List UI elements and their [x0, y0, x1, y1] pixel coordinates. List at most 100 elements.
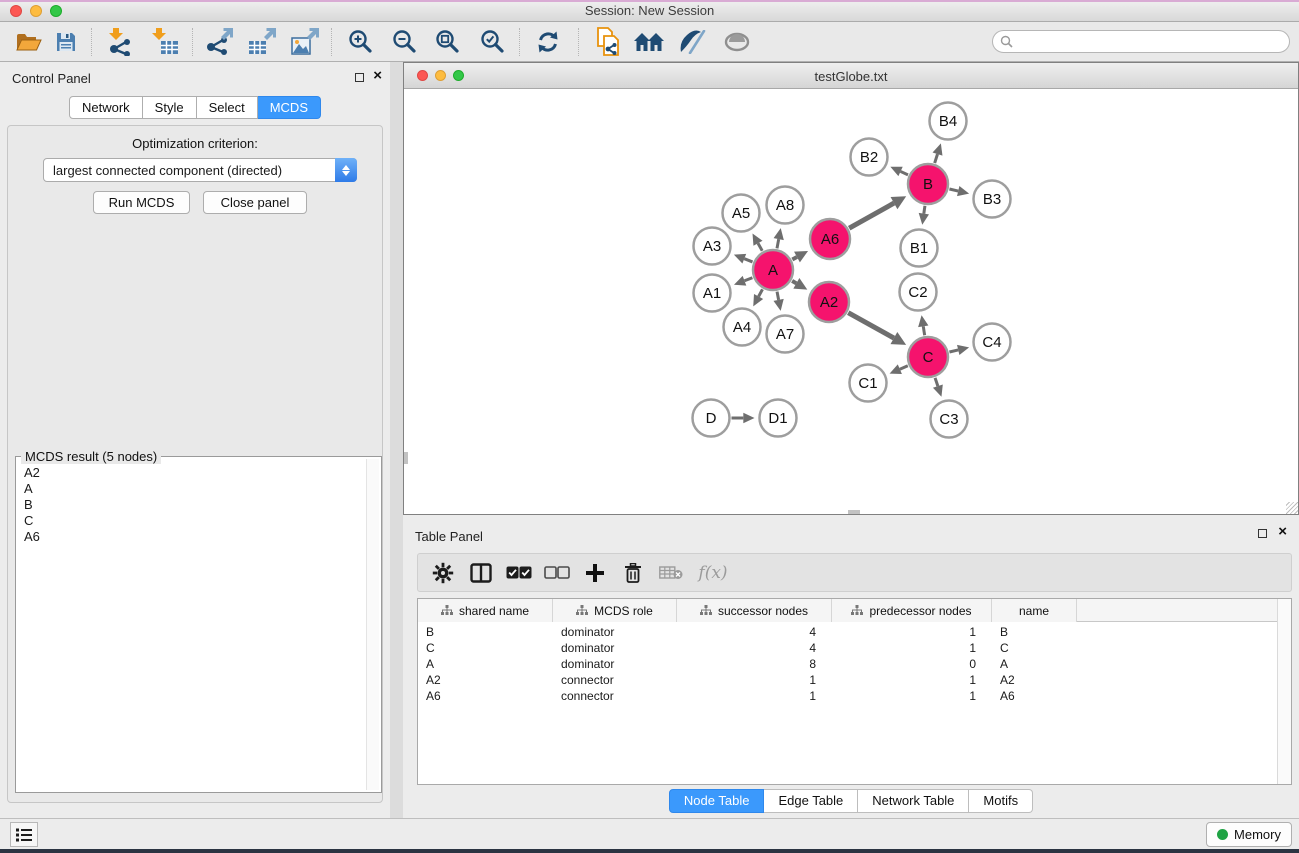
add-column-button[interactable]	[576, 555, 614, 591]
graph-node-A[interactable]: A	[753, 250, 793, 290]
graph-edge-C-C1[interactable]	[900, 366, 908, 369]
apply-layout-button[interactable]	[532, 27, 564, 57]
table-row[interactable]: Cdominator41C	[418, 640, 1277, 656]
zoom-in-button[interactable]	[345, 27, 377, 57]
search-field[interactable]	[992, 30, 1290, 53]
tab-mcds[interactable]: MCDS	[258, 96, 321, 119]
graph-edge-A-A2[interactable]	[792, 281, 796, 283]
tab-motifs[interactable]: Motifs	[969, 789, 1033, 813]
fit-content-button[interactable]	[432, 27, 464, 57]
graph-edge-C-C3[interactable]	[935, 378, 938, 386]
graph-node-A8[interactable]: A8	[767, 187, 804, 224]
table-row[interactable]: Adominator80A	[418, 656, 1277, 672]
graph-node-D[interactable]: D	[693, 400, 730, 437]
graph-edge-A-A5[interactable]	[758, 243, 762, 251]
graph-node-B2[interactable]: B2	[851, 139, 888, 176]
tab-network[interactable]: Network	[69, 96, 143, 119]
mcds-result-item[interactable]: C	[24, 513, 359, 529]
import-table-button[interactable]	[149, 27, 181, 57]
tab-select[interactable]: Select	[197, 96, 258, 119]
graph-edge-B-B2[interactable]	[901, 171, 908, 174]
zoom-selected-button[interactable]	[477, 27, 509, 57]
column-header-successor-nodes[interactable]: successor nodes	[677, 599, 832, 622]
table-scrollbar[interactable]	[1277, 599, 1291, 784]
table-row[interactable]: Bdominator41B	[418, 624, 1277, 640]
network-canvas[interactable]: A A1 A2 A3 A4 A5 A6 A7 A8 B B1 B2 B3 B4 C C1 C2 C3 C4 D D1	[404, 89, 1298, 514]
graph-edge-A-A3[interactable]	[744, 259, 752, 262]
canvas-horizontal-scroll-thumb[interactable]	[848, 510, 860, 514]
graph-node-B4[interactable]: B4	[930, 103, 967, 140]
graph-edge-B-B4[interactable]	[935, 154, 938, 163]
graph-edge-A-A8[interactable]	[777, 239, 779, 248]
result-scrollbar[interactable]	[366, 459, 379, 790]
column-header-predecessor-nodes[interactable]: predecessor nodes	[832, 599, 992, 622]
table-row[interactable]: A6connector11A6	[418, 688, 1277, 704]
graph-edge-C-C4[interactable]	[949, 350, 958, 352]
graph-node-B[interactable]: B	[908, 164, 948, 204]
graph-node-A2[interactable]: A2	[809, 282, 849, 322]
graph-edge-A-A7[interactable]	[777, 292, 779, 300]
delete-column-button[interactable]	[614, 555, 652, 591]
graph-node-C1[interactable]: C1	[850, 365, 887, 402]
save-session-button[interactable]	[50, 27, 82, 57]
task-history-button[interactable]	[10, 822, 38, 847]
graph-edge-A-A6[interactable]	[792, 257, 797, 260]
tab-edge-table[interactable]: Edge Table	[764, 789, 858, 813]
graph-node-A7[interactable]: A7	[767, 316, 804, 353]
graph-edge-A6-B[interactable]	[849, 203, 894, 228]
deselect-all-button[interactable]	[538, 555, 576, 591]
search-input[interactable]	[1017, 34, 1289, 50]
column-header-shared-name[interactable]: shared name	[418, 599, 553, 622]
export-network-button[interactable]	[203, 27, 235, 57]
open-session-button[interactable]	[12, 27, 44, 57]
import-network-button[interactable]	[104, 27, 136, 57]
table-close-panel-icon[interactable]: ×	[1278, 523, 1287, 541]
home-browser-button[interactable]	[633, 27, 665, 57]
mcds-result-item[interactable]: A	[24, 481, 359, 497]
graph-edge-B-B1[interactable]	[924, 206, 925, 214]
column-header-mcds-role[interactable]: MCDS role	[553, 599, 677, 622]
tab-node-table[interactable]: Node Table	[669, 789, 765, 813]
show-hide-button[interactable]	[721, 27, 753, 57]
graph-node-B1[interactable]: B1	[901, 230, 938, 267]
graphics-details-button[interactable]	[676, 27, 708, 57]
graph-node-B3[interactable]: B3	[974, 181, 1011, 218]
graph-edge-C-C2[interactable]	[923, 326, 924, 335]
criterion-dropdown[interactable]: largest connected component (directed)	[43, 158, 357, 182]
float-panel-icon[interactable]	[355, 73, 364, 82]
mcds-result-item[interactable]: A2	[24, 465, 359, 481]
graph-node-A6[interactable]: A6	[810, 219, 850, 259]
graph-node-C[interactable]: C	[908, 337, 948, 377]
graph-node-A1[interactable]: A1	[694, 275, 731, 312]
graph-node-A4[interactable]: A4	[724, 309, 761, 346]
graph-node-C2[interactable]: C2	[900, 274, 937, 311]
graph-node-C4[interactable]: C4	[974, 324, 1011, 361]
copy-network-button[interactable]	[592, 27, 624, 57]
export-image-button[interactable]	[289, 27, 321, 57]
split-panel-button[interactable]	[462, 555, 500, 591]
mcds-result-item[interactable]: B	[24, 497, 359, 513]
graph-node-D1[interactable]: D1	[760, 400, 797, 437]
column-header-name[interactable]: name	[992, 599, 1077, 622]
window-resize-grip[interactable]	[1286, 502, 1298, 514]
export-table-button[interactable]	[246, 27, 278, 57]
delete-table-button[interactable]	[652, 555, 690, 591]
close-panel-icon[interactable]: ×	[373, 67, 382, 85]
graph-edge-A2-C[interactable]	[848, 313, 894, 338]
table-float-panel-icon[interactable]	[1258, 529, 1267, 538]
graph-edge-A-A4[interactable]	[759, 289, 763, 296]
graph-edge-B-B3[interactable]	[949, 189, 958, 191]
graph-node-C3[interactable]: C3	[931, 401, 968, 438]
table-row[interactable]: A2connector11A2	[418, 672, 1277, 688]
table-settings-button[interactable]	[424, 555, 462, 591]
function-builder-button[interactable]: f(x)	[690, 555, 736, 591]
zoom-out-button[interactable]	[389, 27, 421, 57]
select-all-button[interactable]	[500, 555, 538, 591]
tab-style[interactable]: Style	[143, 96, 197, 119]
memory-button[interactable]: Memory	[1206, 822, 1292, 847]
panel-divider[interactable]	[390, 62, 403, 818]
canvas-vertical-scroll-thumb[interactable]	[404, 452, 408, 464]
graph-node-A5[interactable]: A5	[723, 195, 760, 232]
run-mcds-button[interactable]: Run MCDS	[93, 191, 190, 214]
graph-node-A3[interactable]: A3	[694, 228, 731, 265]
